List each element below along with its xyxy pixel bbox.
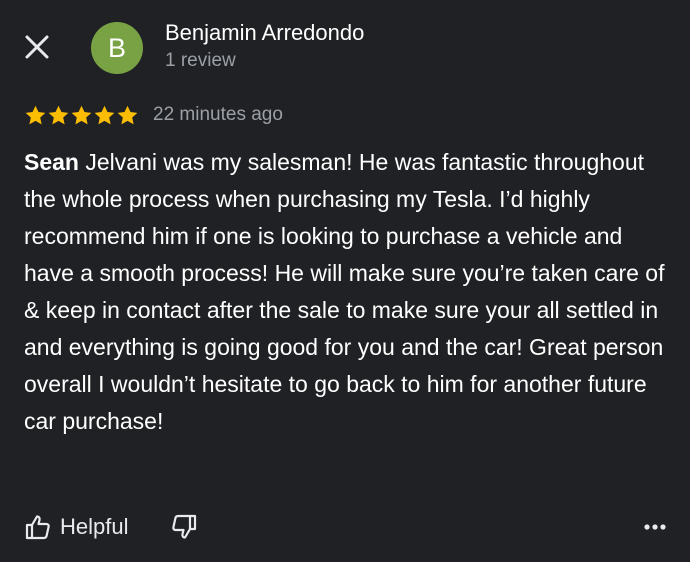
more-options-icon [644, 524, 666, 530]
not-helpful-button[interactable] [170, 513, 198, 541]
review-actions: Helpful [24, 510, 198, 544]
reviewer-name[interactable]: Benjamin Arredondo [165, 20, 364, 46]
review-text-body: Jelvani was my salesman! He was fantasti… [24, 149, 665, 434]
star-icon [48, 105, 69, 124]
thumbs-down-icon [172, 514, 197, 539]
close-button[interactable] [22, 32, 52, 62]
star-icon [71, 105, 92, 124]
review-text: Sean Jelvani was my salesman! He was fan… [24, 144, 674, 440]
star-icon [94, 105, 115, 124]
star-rating [24, 104, 139, 127]
star-icon [117, 105, 138, 124]
more-options-button[interactable] [640, 514, 670, 540]
rating-row: 22 minutes ago [24, 101, 283, 129]
review-count: 1 review [165, 50, 236, 71]
helpful-button[interactable]: Helpful [24, 513, 128, 541]
review-text-first-word: Sean [24, 149, 79, 175]
close-icon [25, 35, 49, 59]
avatar[interactable]: B [91, 22, 143, 74]
star-icon [25, 105, 46, 124]
review-timestamp: 22 minutes ago [153, 104, 283, 125]
helpful-label: Helpful [60, 514, 129, 539]
thumbs-up-icon [25, 515, 50, 540]
